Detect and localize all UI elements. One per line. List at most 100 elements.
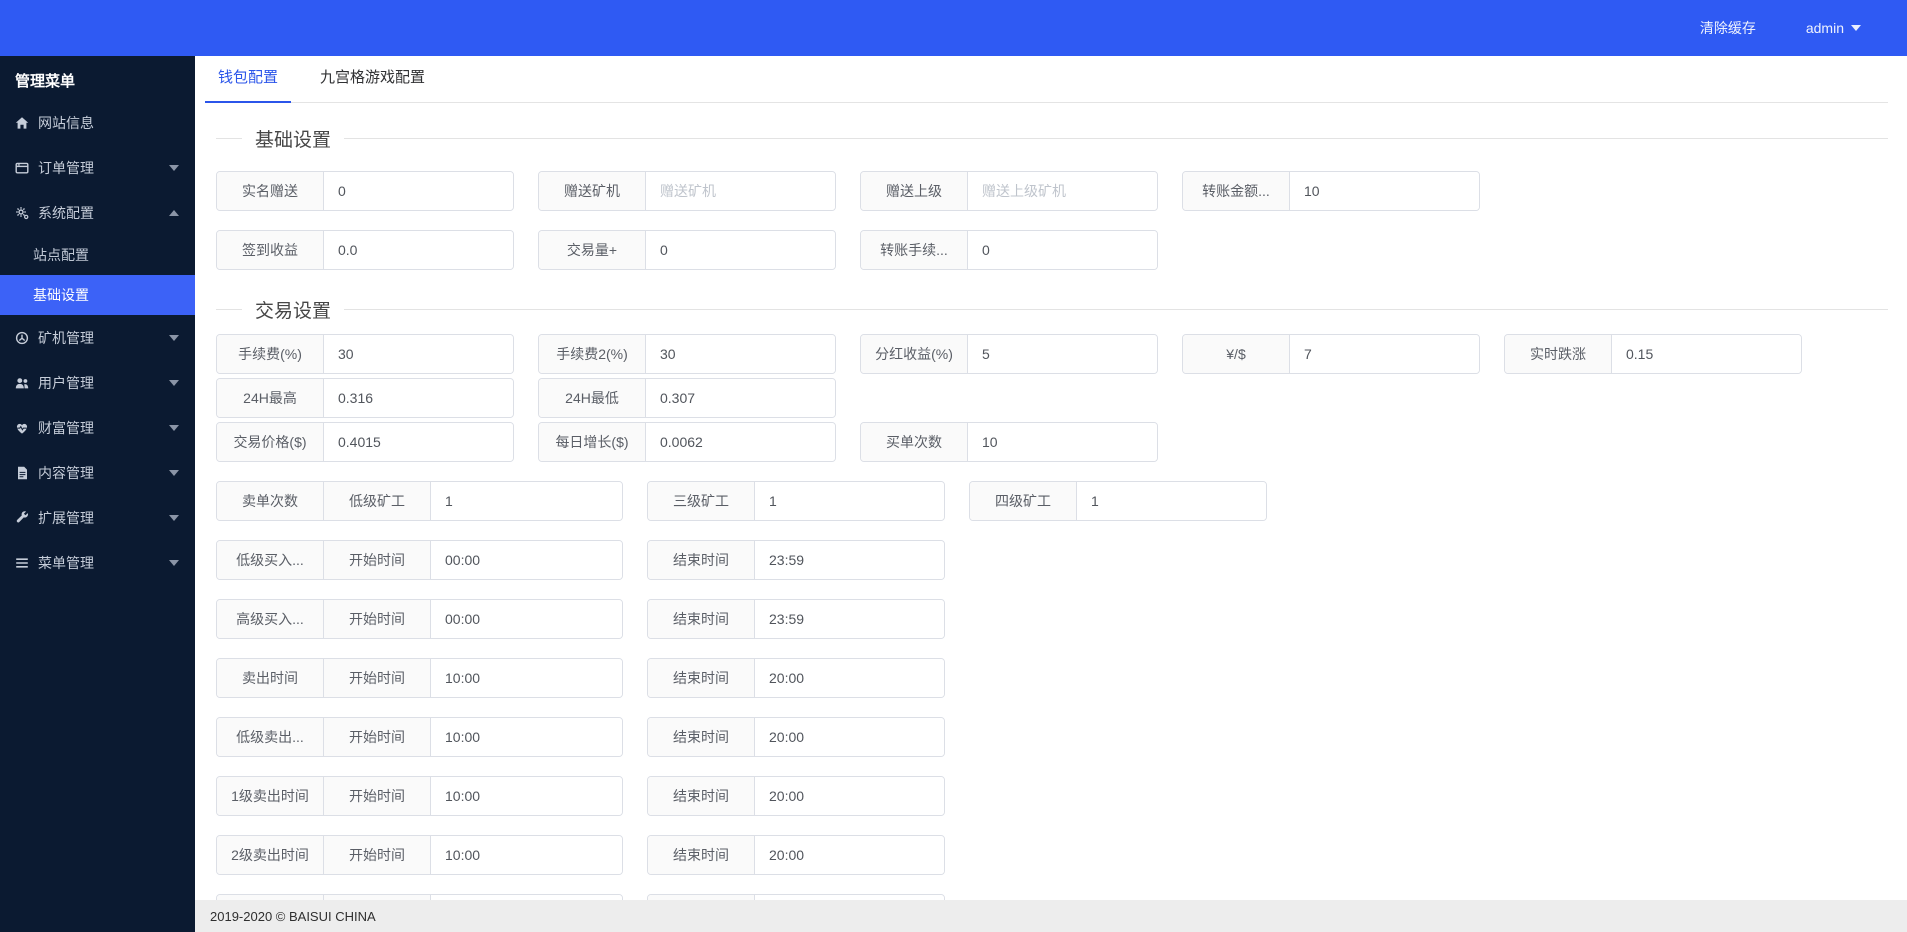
field-input[interactable] <box>968 423 1157 461</box>
user-menu[interactable]: admin <box>1806 20 1861 36</box>
field-label: 四级矿工 <box>970 482 1077 520</box>
field-input[interactable] <box>968 231 1157 269</box>
field-label: 开始时间 <box>324 541 431 579</box>
section-legend: 基础设置 <box>216 125 1888 151</box>
sidebar-item-menu[interactable]: 菜单管理 <box>0 540 195 585</box>
input-group: 结束时间 <box>647 717 945 757</box>
field-input[interactable] <box>755 718 944 756</box>
field-label: 结束时间 <box>648 541 755 579</box>
field-label: 开始时间 <box>324 600 431 638</box>
legend-divider <box>344 308 1888 310</box>
field-label: 24H最低 <box>539 379 646 417</box>
field-input[interactable] <box>324 231 513 269</box>
form-row: 低级买入...开始时间结束时间 <box>216 540 1888 580</box>
input-group: 结束时间 <box>647 835 945 875</box>
tab-grid-game-config[interactable]: 九宫格游戏配置 <box>318 66 427 102</box>
field-label: 三级矿工 <box>648 482 755 520</box>
field-input[interactable] <box>646 231 835 269</box>
menu-icon <box>15 556 29 570</box>
field-label: 卖出时间 <box>217 659 324 697</box>
user-menu-label: admin <box>1805 20 1844 36</box>
sidebar-item-content[interactable]: 内容管理 <box>0 450 195 495</box>
sidebar-item-users[interactable]: 用户管理 <box>0 360 195 405</box>
field-input[interactable] <box>755 482 944 520</box>
field-input[interactable] <box>755 659 944 697</box>
sidebar-item-extension[interactable]: 扩展管理 <box>0 495 195 540</box>
input-group: 低级买入... 开始时间 <box>216 540 623 580</box>
home-icon <box>15 116 29 130</box>
input-group: ¥/$ <box>1182 334 1480 374</box>
chevron-down-icon <box>1851 25 1861 31</box>
chevron-up-icon <box>169 209 179 216</box>
field-input[interactable] <box>324 172 513 210</box>
clear-cache-button[interactable]: 清除缓存 <box>1700 18 1756 38</box>
orders-icon <box>15 161 29 175</box>
input-group: 2级卖出时间 开始时间 <box>216 835 623 875</box>
sidebar-item-wealth[interactable]: 财富管理 <box>0 405 195 450</box>
field-input[interactable] <box>324 335 513 373</box>
field-label: 结束时间 <box>648 600 755 638</box>
field-label: 交易价格($) <box>217 423 324 461</box>
field-input[interactable] <box>646 335 835 373</box>
field-input[interactable] <box>431 718 622 756</box>
users-icon <box>15 376 29 390</box>
field-label: 高级买入... <box>217 600 324 638</box>
field-input[interactable] <box>755 541 944 579</box>
input-group: 赠送矿机 <box>538 171 836 211</box>
sidebar-item-site-info[interactable]: 网站信息 <box>0 100 195 145</box>
sidebar-item-system[interactable]: 系统配置 <box>0 190 195 235</box>
field-input[interactable] <box>1077 482 1266 520</box>
field-input[interactable] <box>755 777 944 815</box>
field-label: 赠送上级 <box>861 172 968 210</box>
sidebar-subitem-label: 站点配置 <box>33 247 89 263</box>
field-input[interactable] <box>431 482 622 520</box>
field-input[interactable] <box>646 172 835 210</box>
sidebar-item-label: 用户管理 <box>38 374 94 391</box>
sidebar-item-orders[interactable]: 订单管理 <box>0 145 195 190</box>
field-input[interactable] <box>1612 335 1801 373</box>
field-input[interactable] <box>646 379 835 417</box>
sidebar-subitem-basic-settings[interactable]: 基础设置 <box>0 275 195 315</box>
input-group: 卖单次数 低级矿工 <box>216 481 623 521</box>
field-input[interactable] <box>431 659 622 697</box>
copyright-text: 2019-2020 © BAISUI CHINA <box>210 908 376 924</box>
field-label: 低级卖出... <box>217 718 324 756</box>
tab-wallet-config[interactable]: 钱包配置 <box>204 66 292 103</box>
field-input[interactable] <box>968 335 1157 373</box>
sidebar-subitem-site-config[interactable]: 站点配置 <box>0 235 195 275</box>
sidebar-item-label: 内容管理 <box>38 464 94 481</box>
input-group: 转账手续... <box>860 230 1158 270</box>
form-area: 基础设置实名赠送 赠送矿机 赠送上级 转账金额... 签到收益 交易量+ 转账手续... 交易… <box>216 125 1888 900</box>
field-input[interactable] <box>431 541 622 579</box>
field-input[interactable] <box>431 836 622 874</box>
field-input[interactable] <box>1290 172 1479 210</box>
field-input[interactable] <box>324 423 513 461</box>
field-input[interactable] <box>1290 335 1479 373</box>
field-input[interactable] <box>968 172 1157 210</box>
form-row: 低级卖出...开始时间结束时间 <box>216 717 1888 757</box>
field-label: 实名赠送 <box>217 172 324 210</box>
field-label: 开始时间 <box>324 836 431 874</box>
sidebar-menu: 网站信息 订单管理 系统配置站点配置基础设置矿机管理用户管理财富管理内容管理扩展管理… <box>0 100 195 585</box>
field-input[interactable] <box>431 777 622 815</box>
field-input[interactable] <box>755 600 944 638</box>
field-input[interactable] <box>324 379 513 417</box>
sidebar-subitem-label: 基础设置 <box>33 287 89 303</box>
form-row: 实名赠送 赠送矿机 赠送上级 转账金额... <box>216 171 1888 211</box>
field-input[interactable] <box>755 836 944 874</box>
field-label: 卖单次数 <box>217 482 324 520</box>
chevron-down-icon <box>169 514 179 521</box>
sidebar-item-miner[interactable]: 矿机管理 <box>0 315 195 360</box>
input-group: 手续费2(%) <box>538 334 836 374</box>
form-row: 高级买入...开始时间 结束时间 <box>216 599 1888 639</box>
field-label: 结束时间 <box>648 777 755 815</box>
field-input[interactable] <box>431 600 622 638</box>
legend-divider <box>216 137 242 139</box>
form-row: 1级卖出时间开始时间结束时间 <box>216 776 1888 816</box>
field-label: 分红收益(%) <box>861 335 968 373</box>
input-group: 结束时间 <box>647 776 945 816</box>
form-row: 卖单次数低级矿工三级矿工 四级矿工 <box>216 481 1888 521</box>
field-input[interactable] <box>646 423 835 461</box>
main-area: 钱包配置九宫格游戏配置 基础设置实名赠送赠送矿机赠送上级转账金额...签到收益交… <box>195 56 1907 932</box>
field-label: ¥/$ <box>1183 335 1290 373</box>
